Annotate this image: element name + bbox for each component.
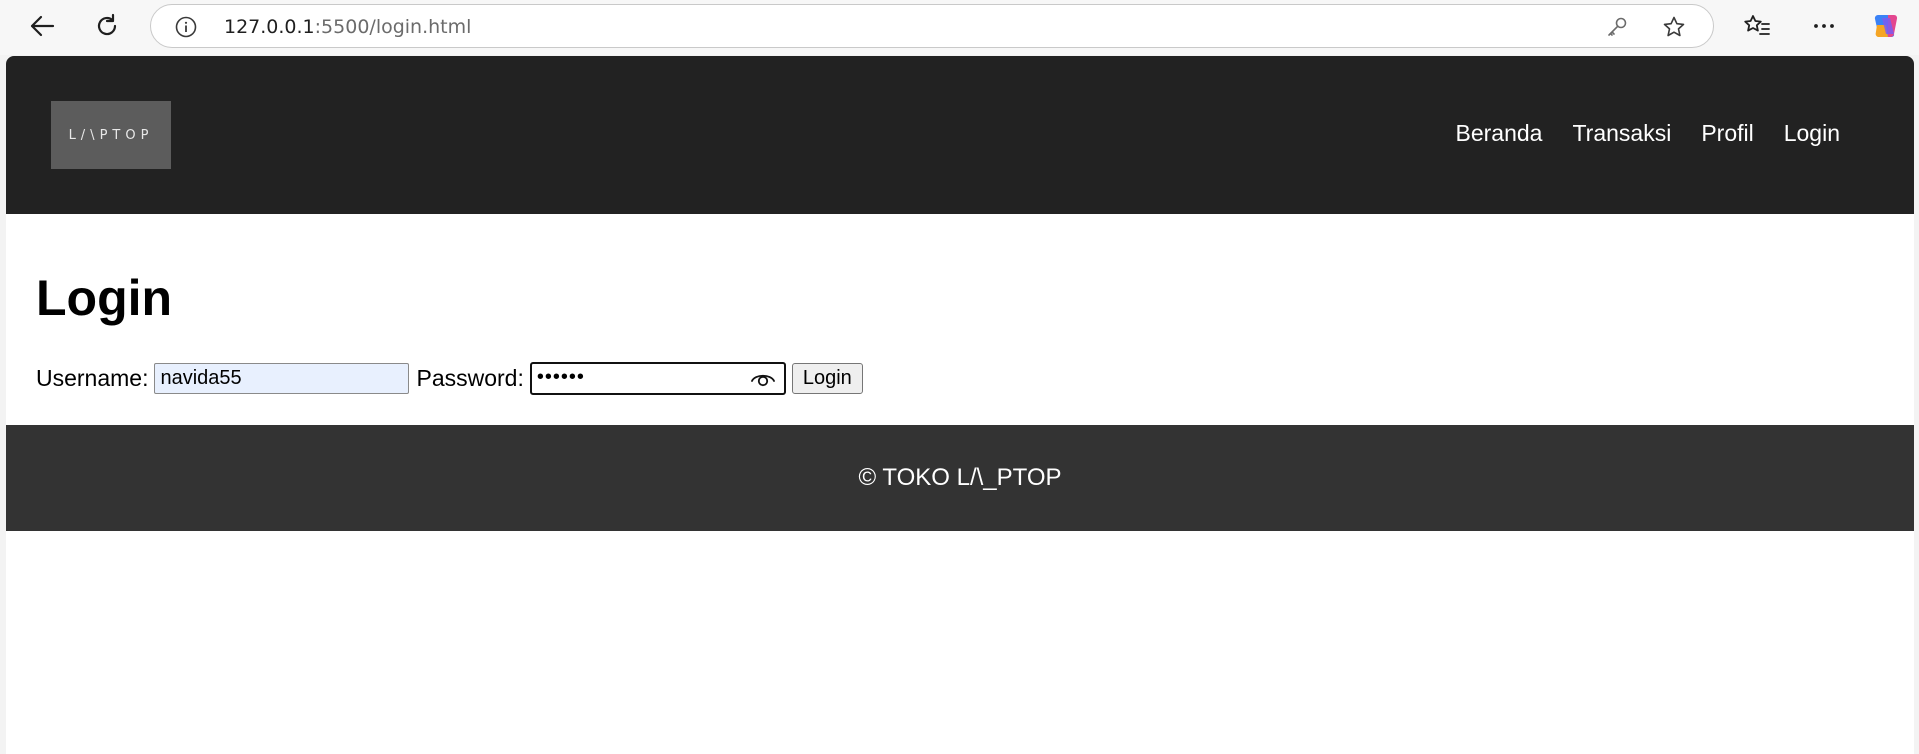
username-input[interactable] (154, 362, 410, 394)
url-path: :5500/login.html (314, 16, 472, 38)
favorite-star-icon[interactable] (1662, 15, 1686, 39)
back-arrow-icon (30, 15, 55, 37)
url-text[interactable]: 127.0.0.1:5500/login.html (224, 17, 471, 37)
back-button[interactable] (22, 6, 62, 46)
nav-link-transaksi[interactable]: Transaksi (1572, 120, 1671, 146)
site-nav: Beranda Transaksi Profil Login (1426, 120, 1841, 146)
site-logo[interactable]: L/\PTOP (51, 101, 171, 169)
password-label: Password: (416, 364, 524, 391)
password-mask: •••••• (536, 365, 585, 388)
address-bar[interactable]: 127.0.0.1:5500/login.html (150, 4, 1714, 48)
url-host: 127.0.0.1 (224, 16, 315, 38)
more-menu-button[interactable] (1804, 6, 1844, 46)
ellipsis-icon (1814, 24, 1834, 28)
site-info-icon[interactable] (175, 16, 197, 38)
nav-link-profil[interactable]: Profil (1701, 120, 1753, 146)
refresh-button[interactable] (87, 6, 127, 46)
browser-toolbar: 127.0.0.1:5500/login.html (0, 0, 1919, 55)
copilot-button[interactable] (1866, 6, 1906, 46)
footer-copyright: © TOKO L/\_PTOP (858, 464, 1062, 491)
login-button[interactable]: Login (791, 362, 863, 394)
refresh-icon (97, 13, 117, 36)
web-page: L/\PTOP Beranda Transaksi Profil Login L… (6, 56, 1914, 754)
nav-link-login[interactable]: Login (1784, 120, 1840, 146)
nav-link-beranda[interactable]: Beranda (1456, 120, 1543, 146)
copilot-icon (1874, 15, 1898, 37)
page-title: Login (36, 270, 173, 326)
show-password-eye-icon[interactable] (750, 369, 776, 389)
site-footer: © TOKO L/\_PTOP (6, 425, 1914, 531)
username-label: Username: (36, 364, 149, 391)
login-form: Username: Password: •••••• Login (36, 361, 863, 395)
password-input[interactable]: •••••• (529, 361, 786, 395)
favorites-button[interactable] (1737, 6, 1777, 46)
site-header: L/\PTOP Beranda Transaksi Profil Login (6, 56, 1914, 214)
password-key-icon[interactable] (1606, 16, 1628, 38)
favorites-list-icon (1744, 15, 1770, 35)
